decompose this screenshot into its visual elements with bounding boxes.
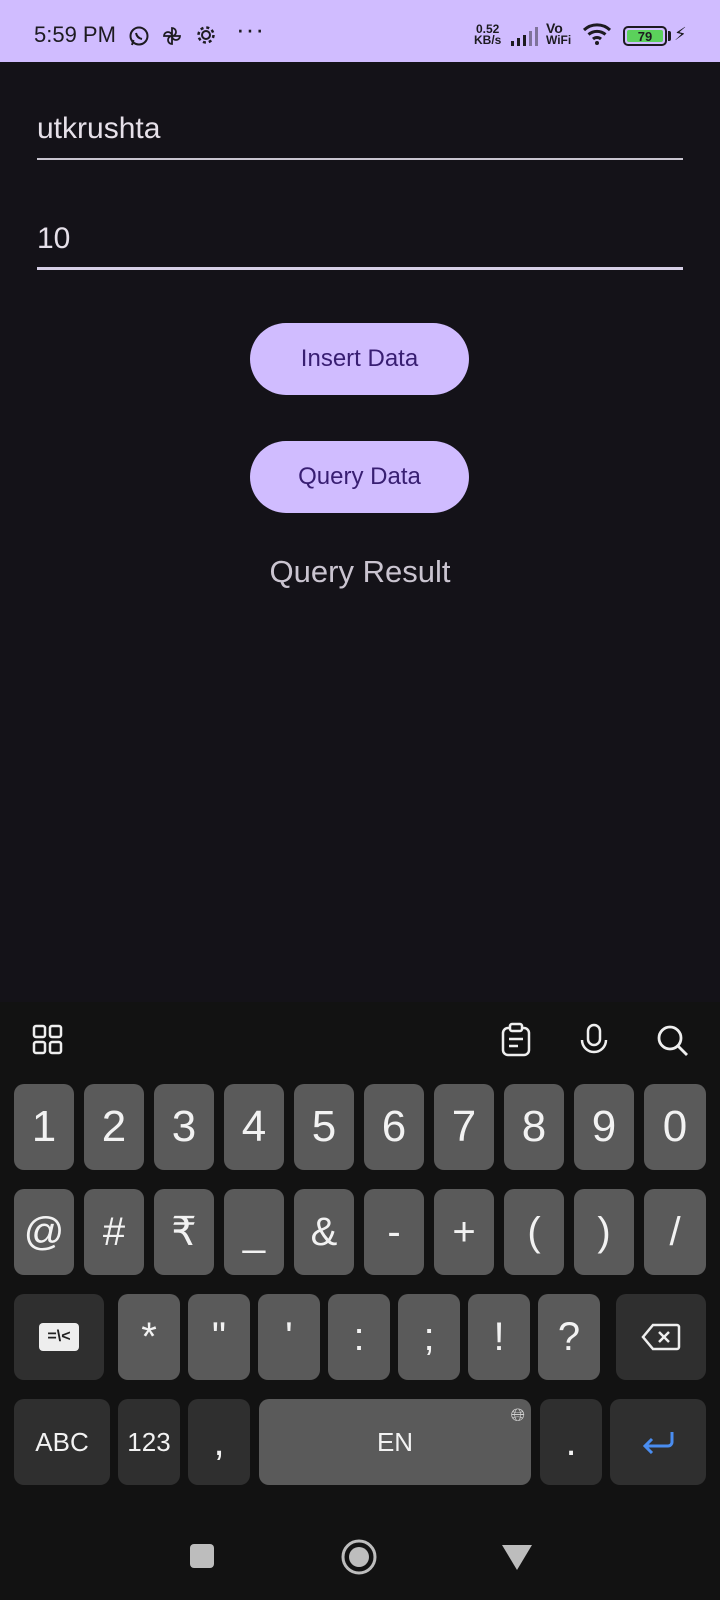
name-input[interactable] [37,100,683,146]
key-hash[interactable]: # [84,1189,144,1275]
name-field[interactable] [37,100,683,160]
globe-icon: 🌐︎ [510,1405,525,1425]
battery-nub [668,31,671,41]
search-icon[interactable] [654,1022,690,1058]
wifi-label: WiFi [546,33,572,47]
key-close-paren[interactable]: ) [574,1189,634,1275]
key-ampersand[interactable]: & [294,1189,354,1275]
space-key-label: EN [376,1426,414,1457]
key-exclamation[interactable]: ! [468,1294,530,1380]
navigation-bar [0,1526,720,1600]
status-time: 5:59 PM [34,22,116,47]
network-speed: 0.52 KB/s [474,23,502,47]
charging-icon: ⚡ [674,24,687,44]
key-asterisk[interactable]: * [118,1294,180,1380]
back-icon[interactable] [500,1542,534,1572]
settings-icon [197,26,215,44]
recent-apps-icon[interactable] [188,1542,216,1570]
clipboard-icon[interactable] [498,1022,534,1058]
period-key[interactable]: . [540,1399,602,1485]
key-2[interactable]: 2 [84,1084,144,1170]
more-notifications-icon: ··· [236,14,265,44]
wifi-icon [582,23,612,45]
key-rupee[interactable]: ₹ [154,1189,214,1275]
whatsapp-icon [129,26,149,46]
key-6[interactable]: 6 [364,1084,424,1170]
key-semicolon[interactable]: ; [398,1294,460,1380]
enter-key[interactable] [610,1399,706,1485]
key-minus[interactable]: - [364,1189,424,1275]
key-5[interactable]: 5 [294,1084,354,1170]
query-data-button[interactable]: Query Data [250,441,469,513]
vowifi-indicator: Vo WiFi [546,21,572,47]
enter-icon [642,1432,674,1454]
key-single-quote[interactable]: ' [258,1294,320,1380]
key-7[interactable]: 7 [434,1084,494,1170]
signal-icon [511,27,538,46]
network-speed-unit: KB/s [474,33,502,47]
pinwheel-icon [163,27,181,45]
space-key[interactable]: EN 🌐︎ [259,1399,531,1485]
battery-icon: 79 [623,26,667,46]
symbols-page-toggle-label: =\< [39,1323,79,1351]
apps-grid-icon[interactable] [30,1022,66,1058]
key-9[interactable]: 9 [574,1084,634,1170]
key-4[interactable]: 4 [224,1084,284,1170]
soft-keyboard: 1 2 3 4 5 6 7 8 9 0 @ # ₹ _ & - + ( ) / … [0,1002,720,1600]
home-icon[interactable] [340,1538,378,1576]
key-slash[interactable]: / [644,1189,706,1275]
battery-level: 79 [627,29,663,44]
key-plus[interactable]: + [434,1189,494,1275]
key-8[interactable]: 8 [504,1084,564,1170]
key-question[interactable]: ? [538,1294,600,1380]
key-at[interactable]: @ [14,1189,74,1275]
backspace-key[interactable] [616,1294,706,1380]
symbols-page-toggle-key[interactable]: =\< [14,1294,104,1380]
key-1[interactable]: 1 [14,1084,74,1170]
key-3[interactable]: 3 [154,1084,214,1170]
status-bar: 5:59 PM ··· 0.52 KB/s Vo WiFi 79 ⚡ [0,0,720,62]
key-0[interactable]: 0 [644,1084,706,1170]
key-colon[interactable]: : [328,1294,390,1380]
insert-data-button[interactable]: Insert Data [250,323,469,395]
key-open-paren[interactable]: ( [504,1189,564,1275]
comma-key[interactable]: , [188,1399,250,1485]
abc-key[interactable]: ABC [14,1399,110,1485]
key-underscore[interactable]: _ [224,1189,284,1275]
backspace-icon [641,1323,681,1351]
microphone-icon[interactable] [576,1022,612,1058]
number-input[interactable] [37,210,683,256]
key-double-quote[interactable]: " [188,1294,250,1380]
number-field[interactable] [37,210,683,270]
query-result-text: Query Result [269,554,451,589]
numbers-key[interactable]: 123 [118,1399,180,1485]
